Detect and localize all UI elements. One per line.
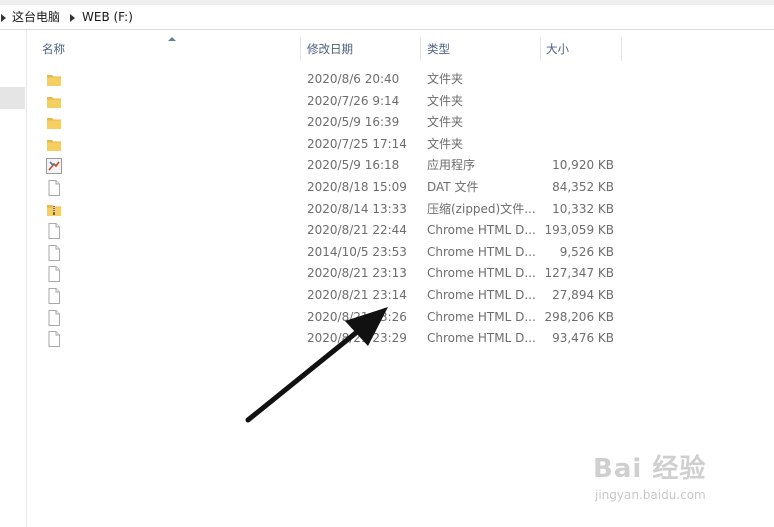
annotation-arrow-shaft <box>245 329 360 423</box>
baidu-watermark: Bai 经验 jingyan.baidu.com <box>593 440 743 510</box>
watermark-logo-text: Bai 经验 <box>593 454 707 484</box>
watermark-url: jingyan.baidu.com <box>595 488 706 502</box>
annotation-arrow-head <box>345 307 388 346</box>
